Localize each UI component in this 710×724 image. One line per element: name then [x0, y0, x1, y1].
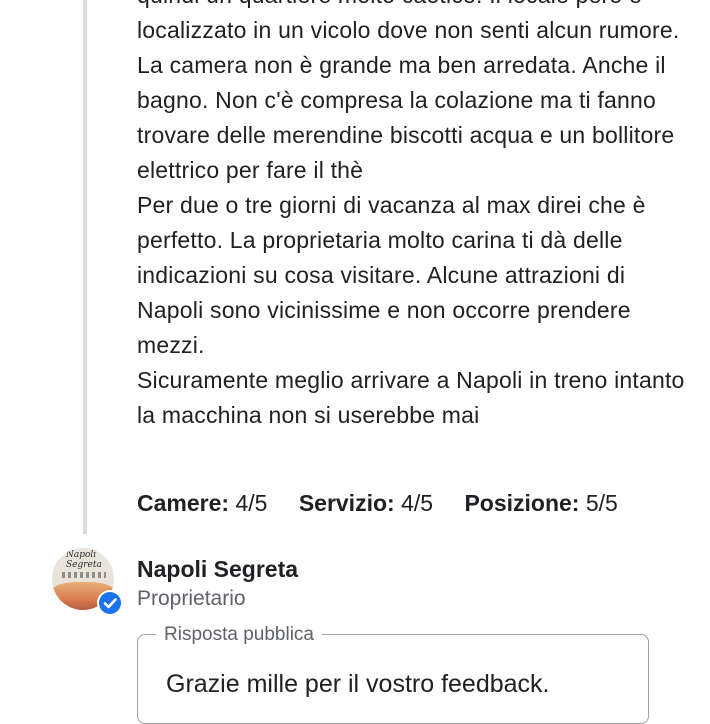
review-body: quindi un quartiere molto caotico. Il lo…: [137, 0, 697, 433]
owner-role: Proprietario: [137, 587, 246, 610]
reply-legend: Risposta pubblica: [156, 622, 322, 648]
review-paragraph: Sicuramente meglio arrivare a Napoli in …: [137, 367, 685, 428]
rating-value: 4/5: [235, 490, 268, 516]
avatar-decoration: [62, 572, 106, 578]
rating-rooms: Camere: 4/5: [137, 486, 267, 520]
review-paragraph: Per due o tre giorni di vacanza al max d…: [137, 192, 646, 358]
review-thread-line: [83, 0, 87, 534]
review-ratings: Camere: 4/5 Servizio: 4/5 Posizione: 5/5: [137, 486, 643, 520]
rating-location: Posizione: 5/5: [464, 486, 617, 520]
rating-label: Camere:: [137, 490, 230, 516]
owner-name[interactable]: Napoli Segreta: [137, 554, 298, 584]
avatar-logo-text: Napoli Segreta: [66, 550, 102, 570]
review-paragraph: quindi un quartiere molto caotico. Il lo…: [137, 0, 680, 43]
rating-value: 5/5: [585, 490, 618, 516]
rating-service: Servizio: 4/5: [299, 486, 433, 520]
review-paragraph: La camera non è grande ma ben arredata. …: [137, 52, 675, 183]
verified-check-icon: [97, 590, 123, 616]
rating-label: Posizione:: [464, 490, 580, 516]
reply-text: Grazie mille per il vostro feedback.: [166, 670, 550, 698]
rating-label: Servizio:: [298, 490, 395, 516]
rating-value: 4/5: [401, 490, 434, 516]
